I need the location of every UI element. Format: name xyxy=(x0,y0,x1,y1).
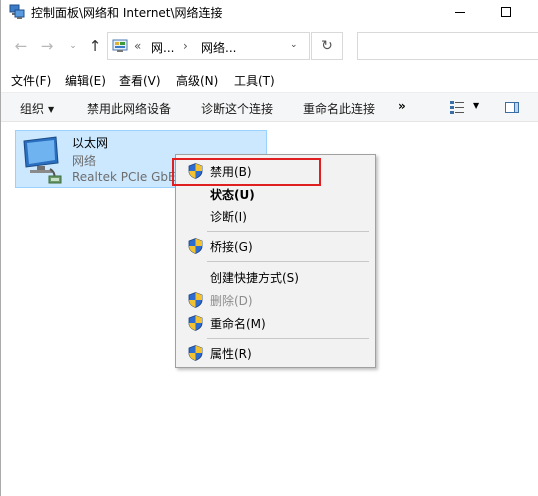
organize-label: 组织 xyxy=(20,102,45,116)
context-item-label: 属性(R) xyxy=(210,347,252,361)
connection-network: 网络 xyxy=(72,154,97,168)
context-item-label: 创建快捷方式(S) xyxy=(210,271,299,285)
menu-separator xyxy=(207,338,369,339)
context-item-properties[interactable]: 属性(R) xyxy=(177,342,374,364)
search-input[interactable] xyxy=(357,32,538,60)
diagnose-button[interactable]: 诊断这个连接 xyxy=(201,100,273,117)
command-bar: 组织 ▼ 禁用此网络设备 诊断这个连接 重命名此连接 » ▼ xyxy=(1,92,538,122)
menu-separator xyxy=(207,261,369,262)
preview-pane-icon[interactable] xyxy=(505,102,519,113)
menu-advanced[interactable]: 高级(N) xyxy=(176,72,218,89)
rename-button[interactable]: 重命名此连接 xyxy=(303,100,375,117)
breadcrumb-overflow[interactable]: « xyxy=(134,39,141,53)
context-item-bridge[interactable]: 桥接(G) xyxy=(177,235,374,257)
breadcrumb-network-internet[interactable]: 网... xyxy=(151,39,174,56)
forward-button[interactable]: → xyxy=(37,36,57,56)
breadcrumb-separator[interactable]: › xyxy=(183,39,188,53)
chevron-down-icon: ▼ xyxy=(48,105,55,114)
context-item-label: 状态(U) xyxy=(210,188,255,202)
navigation-bar: ← → ⌄ ↑ « 网... › 网络... ⌄ ↻ xyxy=(1,30,538,64)
control-panel-icon xyxy=(112,39,128,52)
ethernet-adapter-icon xyxy=(23,136,62,184)
context-item-create-shortcut[interactable]: 创建快捷方式(S) xyxy=(177,266,374,288)
connection-adapter: Realtek PCIe GbE xyxy=(72,170,176,184)
view-options-chevron-icon[interactable]: ▼ xyxy=(473,101,479,110)
recent-locations-button[interactable]: ⌄ xyxy=(63,36,83,56)
up-button[interactable]: ↑ xyxy=(85,36,105,56)
disable-device-button[interactable]: 禁用此网络设备 xyxy=(87,100,171,117)
uac-shield-icon xyxy=(188,238,203,254)
breadcrumb-network-connections[interactable]: 网络... xyxy=(201,39,236,56)
more-commands-button[interactable]: » xyxy=(398,99,406,113)
menu-file[interactable]: 文件(F) xyxy=(11,72,51,89)
menu-bar: 文件(F) 编辑(E) 查看(V) 高级(N) 工具(T) xyxy=(1,70,538,90)
minimize-button[interactable] xyxy=(437,0,483,24)
uac-shield-icon xyxy=(188,315,203,331)
context-item-label: 删除(D) xyxy=(210,294,253,308)
context-item-label: 桥接(G) xyxy=(210,240,253,254)
refresh-button[interactable]: ↻ xyxy=(311,32,343,60)
menu-view[interactable]: 查看(V) xyxy=(119,72,161,89)
menu-separator xyxy=(207,231,369,232)
context-item-label: 重命名(M) xyxy=(210,317,266,331)
menu-tools[interactable]: 工具(T) xyxy=(234,72,275,89)
network-connections-icon xyxy=(9,4,25,19)
uac-shield-icon xyxy=(188,345,203,361)
context-item-rename[interactable]: 重命名(M) xyxy=(177,312,374,334)
context-menu: 禁用(B) 状态(U) 诊断(I) 桥接(G) 创建快捷方式(S) 删除(D) … xyxy=(175,154,376,368)
maximize-button[interactable] xyxy=(483,0,529,24)
context-item-diagnose[interactable]: 诊断(I) xyxy=(177,205,374,227)
back-button[interactable]: ← xyxy=(11,36,31,56)
address-dropdown-icon[interactable]: ⌄ xyxy=(290,40,298,50)
context-item-label: 诊断(I) xyxy=(210,210,247,224)
address-bar[interactable]: « 网... › 网络... ⌄ xyxy=(107,32,310,60)
context-item-status[interactable]: 状态(U) xyxy=(177,183,374,205)
connection-name: 以太网 xyxy=(72,136,109,150)
window-title: 控制面板\网络和 Internet\网络连接 xyxy=(31,6,223,20)
highlight-box xyxy=(172,158,321,186)
explorer-window: 控制面板\网络和 Internet\网络连接 ← → ⌄ ↑ « 网... › … xyxy=(0,0,538,496)
uac-shield-icon xyxy=(188,292,203,308)
context-item-delete[interactable]: 删除(D) xyxy=(177,289,374,311)
minimize-icon xyxy=(455,11,465,13)
title-bar: 控制面板\网络和 Internet\网络连接 xyxy=(1,0,538,24)
change-view-icon[interactable] xyxy=(450,101,464,114)
maximize-icon xyxy=(501,7,511,17)
organize-button[interactable]: 组织 ▼ xyxy=(20,100,54,117)
menu-edit[interactable]: 编辑(E) xyxy=(65,72,106,89)
